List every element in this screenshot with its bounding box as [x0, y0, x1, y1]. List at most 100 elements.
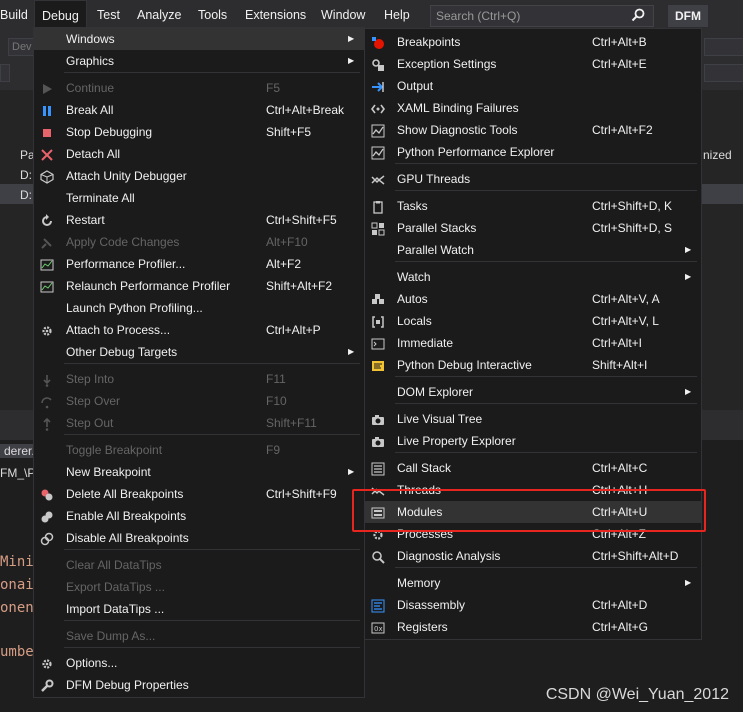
menu-test[interactable]: Test	[90, 0, 127, 30]
gpu-icon	[371, 172, 385, 186]
menu-separator	[395, 452, 697, 453]
debug-menu-item-apply-code-changes: Apply Code Changes Alt+F10	[34, 231, 364, 253]
menu-item-label: Tasks	[397, 199, 428, 213]
gear-icon	[40, 323, 54, 337]
windows-menu-item-live-visual-tree[interactable]: Live Visual Tree	[365, 408, 701, 430]
menu-item-shortcut: Ctrl+Shift+D, S	[592, 221, 673, 235]
menu-separator	[64, 72, 360, 73]
menu-window[interactable]: Window	[314, 0, 372, 30]
debug-menu-item-graphics[interactable]: Graphics ▶	[34, 50, 364, 72]
windows-menu-item-tasks[interactable]: Tasks Ctrl+Shift+D, K	[365, 195, 701, 217]
menu-separator	[64, 434, 360, 435]
windows-menu-item-xaml-binding-failures[interactable]: XAML Binding Failures	[365, 97, 701, 119]
code-line: onai	[0, 577, 34, 593]
menu-item-shortcut: F10	[266, 394, 287, 408]
debug-menu-item-stop-debugging[interactable]: Stop Debugging Shift+F5	[34, 121, 364, 143]
search-placeholder: Search (Ctrl+Q)	[436, 9, 521, 23]
menu-help[interactable]: Help	[377, 0, 417, 30]
windows-menu-item-diagnostic-analysis[interactable]: Diagnostic Analysis Ctrl+Shift+Alt+D	[365, 545, 701, 567]
windows-menu-item-dom-explorer[interactable]: DOM Explorer ▶	[365, 381, 701, 403]
menu-separator	[395, 163, 697, 164]
submenu-arrow-icon: ▶	[685, 245, 692, 254]
menu-analyze[interactable]: Analyze	[130, 0, 188, 30]
windows-menu-item-registers[interactable]: 0x Registers Ctrl+Alt+G	[365, 616, 701, 638]
xaml-icon	[371, 101, 385, 115]
menu-item-shortcut: Ctrl+Alt+F2	[592, 123, 653, 137]
windows-menu-item-locals[interactable]: Locals Ctrl+Alt+V, L	[365, 310, 701, 332]
debug-menu: Windows ▶ Graphics ▶ Continue F5 Break All Ctrl…	[33, 27, 365, 698]
debug-menu-item-attach-to-process[interactable]: Attach to Process... Ctrl+Alt+P	[34, 319, 364, 341]
debug-menu-item-delete-all-breakpoints[interactable]: Delete All Breakpoints Ctrl+Shift+F9	[34, 483, 364, 505]
windows-menu-item-show-diagnostic-tools[interactable]: Show Diagnostic Tools Ctrl+Alt+F2	[365, 119, 701, 141]
menu-item-label: Step Into	[66, 372, 115, 386]
debug-menu-item-terminate-all[interactable]: Terminate All	[34, 187, 364, 209]
menu-extensions[interactable]: Extensions	[238, 0, 313, 30]
output-icon	[371, 79, 385, 93]
windows-menu-item-python-debug-interactive[interactable]: Python Debug Interactive Shift+Alt+I	[365, 354, 701, 376]
debug-menu-item-break-all[interactable]: Break All Ctrl+Alt+Break	[34, 99, 364, 121]
windows-menu-item-live-property-explorer[interactable]: Live Property Explorer	[365, 430, 701, 452]
menu-item-shortcut: F9	[266, 443, 281, 457]
user-badge[interactable]: DFM	[668, 5, 708, 27]
debug-menu-item-import-datatips[interactable]: Import DataTips ...	[34, 598, 364, 620]
config-dropdown[interactable]: Dev	[8, 38, 36, 56]
menu-item-label: Break All	[66, 103, 114, 117]
menu-item-label: Detach All	[66, 147, 121, 161]
menu-separator	[64, 620, 360, 621]
menu-item-shortcut: Ctrl+Shift+F9	[266, 487, 337, 501]
windows-menu-item-exception-settings[interactable]: Exception Settings Ctrl+Alt+E	[365, 53, 701, 75]
windows-menu-item-watch[interactable]: Watch ▶	[365, 266, 701, 288]
submenu-arrow-icon: ▶	[685, 272, 692, 281]
windows-menu-item-breakpoints[interactable]: Breakpoints Ctrl+Alt+B	[365, 31, 701, 53]
code-line: umbe	[0, 644, 34, 660]
menu-item-label: Stop Debugging	[66, 125, 153, 139]
debug-menu-item-options[interactable]: Options...	[34, 652, 364, 674]
windows-menu-item-parallel-stacks[interactable]: Parallel Stacks Ctrl+Shift+D, S	[365, 217, 701, 239]
menu-item-shortcut: Ctrl+Alt+P	[266, 323, 321, 337]
code-line: Mini	[0, 554, 34, 570]
debug-menu-item-dfm-debug-properties[interactable]: DFM Debug Properties	[34, 674, 364, 696]
debug-menu-item-enable-all-breakpoints[interactable]: Enable All Breakpoints	[34, 505, 364, 527]
watermark: CSDN @Wei_Yuan_2012	[545, 686, 729, 703]
panel-row[interactable]: D:	[20, 168, 32, 182]
step-over-icon	[40, 394, 54, 409]
windows-menu-item-call-stack[interactable]: Call Stack Ctrl+Alt+C	[365, 457, 701, 479]
debug-menu-item-continue: Continue F5	[34, 77, 364, 99]
toolbar-right-box-2[interactable]	[704, 64, 743, 82]
windows-menu-item-memory[interactable]: Memory ▶	[365, 572, 701, 594]
windows-menu-item-immediate[interactable]: Immediate Ctrl+Alt+I	[365, 332, 701, 354]
pause-icon	[40, 103, 54, 117]
windows-menu-item-output[interactable]: Output	[365, 75, 701, 97]
toolbar-dropdown-2[interactable]	[0, 64, 10, 82]
menu-item-shortcut: F5	[266, 81, 281, 95]
panel-column-header-right: nized	[703, 148, 732, 162]
debug-menu-item-relaunch-performance-profiler[interactable]: Relaunch Performance Profiler Shift+Alt+F…	[34, 275, 364, 297]
debug-menu-item-windows[interactable]: Windows ▶	[34, 28, 364, 50]
debug-menu-item-other-debug-targets[interactable]: Other Debug Targets ▶	[34, 341, 364, 363]
debug-menu-item-launch-python-profiling[interactable]: Launch Python Profiling...	[34, 297, 364, 319]
menu-item-label: Attach to Process...	[66, 323, 171, 337]
debug-menu-item-restart[interactable]: Restart Ctrl+Shift+F5	[34, 209, 364, 231]
editor-tab-path[interactable]: FM_\P	[0, 466, 35, 480]
debug-menu-item-toggle-breakpoint: Toggle Breakpoint F9	[34, 439, 364, 461]
menu-item-shortcut: Ctrl+Alt+E	[592, 57, 647, 71]
debug-menu-item-attach-unity-debugger[interactable]: Attach Unity Debugger	[34, 165, 364, 187]
debug-menu-item-new-breakpoint[interactable]: New Breakpoint ▶	[34, 461, 364, 483]
menu-item-label: Registers	[397, 620, 448, 634]
panel-row[interactable]: D:	[20, 188, 32, 202]
menu-build[interactable]: Build	[0, 0, 35, 30]
windows-menu-item-autos[interactable]: Autos Ctrl+Alt+V, A	[365, 288, 701, 310]
windows-menu-item-disassembly[interactable]: Disassembly Ctrl+Alt+D	[365, 594, 701, 616]
windows-menu-item-parallel-watch[interactable]: Parallel Watch ▶	[365, 239, 701, 261]
menu-item-shortcut: Shift+Alt+I	[592, 358, 648, 372]
debug-menu-item-performance-profiler[interactable]: Performance Profiler... Alt+F2	[34, 253, 364, 275]
windows-menu-item-gpu-threads[interactable]: GPU Threads	[365, 168, 701, 190]
debug-menu-item-detach-all[interactable]: Detach All	[34, 143, 364, 165]
windows-menu-item-python-performance-explorer[interactable]: Python Performance Explorer	[365, 141, 701, 163]
toolbar-right-box[interactable]	[704, 38, 743, 56]
enable-breakpoints-icon	[40, 509, 54, 523]
search-input[interactable]: Search (Ctrl+Q)	[430, 5, 654, 27]
menu-tools[interactable]: Tools	[191, 0, 234, 30]
menu-item-label: Show Diagnostic Tools	[397, 123, 518, 137]
debug-menu-item-disable-all-breakpoints[interactable]: Disable All Breakpoints	[34, 527, 364, 549]
